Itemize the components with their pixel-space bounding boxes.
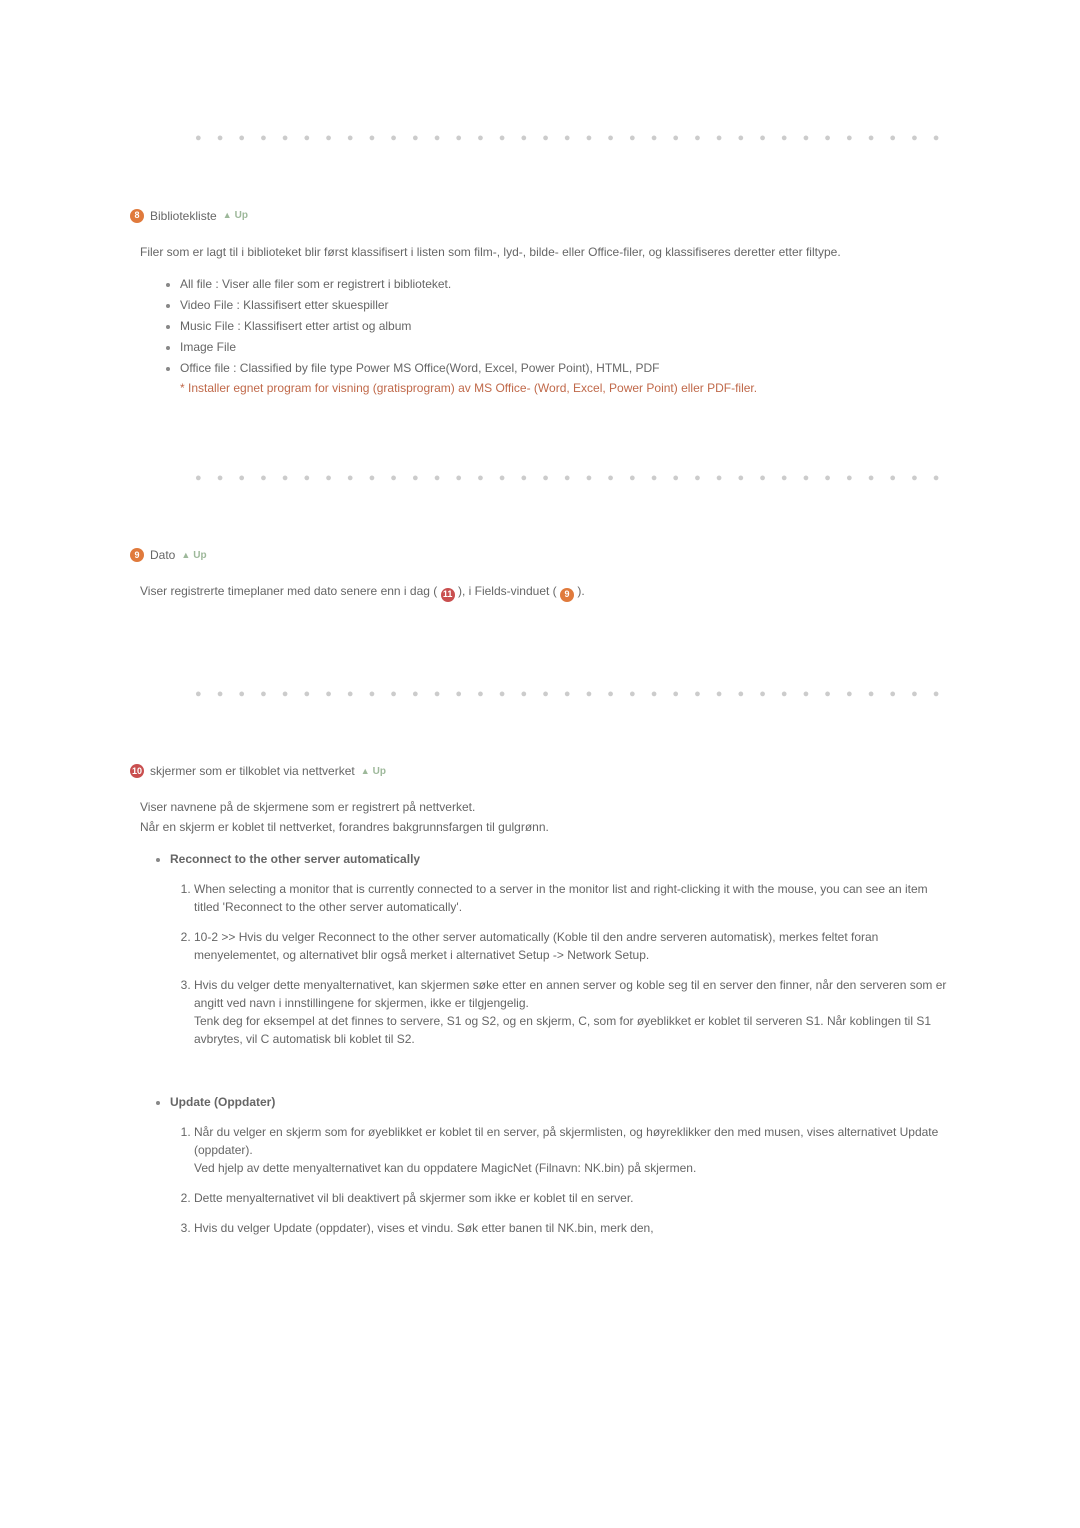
- section-10-p1: Viser navnene på de skjermene som er reg…: [140, 798, 950, 816]
- reconnect-steps: When selecting a monitor that is current…: [194, 880, 950, 1048]
- text-fragment: ).: [577, 584, 584, 598]
- list-item: Music File : Klassifisert etter artist o…: [180, 317, 950, 335]
- section-9-header: 9 Dato ▲Up: [130, 546, 950, 564]
- list-item: Video File : Klassifisert etter skuespil…: [180, 296, 950, 314]
- reconnect-heading: Reconnect to the other server automatica…: [170, 852, 420, 866]
- update-heading: Update (Oppdater): [170, 1095, 275, 1109]
- up-link[interactable]: ▲Up: [361, 764, 386, 779]
- badge-9-icon: 9: [130, 548, 144, 562]
- section-10-sublist-2: Update (Oppdater) Når du velger en skjer…: [170, 1093, 950, 1237]
- section-9-text: Viser registrerte timeplaner med dato se…: [140, 582, 950, 602]
- section-10-header: 10 skjermer som er tilkoblet via nettver…: [130, 762, 950, 780]
- install-note: * Installer egnet program for visning (g…: [180, 379, 950, 397]
- list-item: 10-2 >> Hvis du velger Reconnect to the …: [194, 928, 950, 964]
- section-10-title: skjermer som er tilkoblet via nettverket: [150, 762, 355, 780]
- up-link-label: Up: [373, 764, 386, 779]
- list-item: All file : Viser alle filer som er regis…: [180, 275, 950, 293]
- text-fragment: Når du velger en skjerm som for øyeblikk…: [194, 1125, 938, 1157]
- up-link[interactable]: ▲Up: [181, 548, 206, 563]
- text-fragment: ), i Fields-vinduet (: [458, 584, 557, 598]
- triangle-up-icon: ▲: [181, 551, 190, 560]
- text-fragment: Hvis du velger dette menyalternativet, k…: [194, 978, 946, 1010]
- reconnect-item: Reconnect to the other server automatica…: [170, 850, 950, 1048]
- triangle-up-icon: ▲: [223, 211, 232, 220]
- section-8-intro: Filer som er lagt til i biblioteket blir…: [140, 243, 950, 261]
- list-item: Hvis du velger Update (oppdater), vises …: [194, 1219, 950, 1237]
- section-8-header: 8 Bibliotekliste ▲Up: [130, 207, 950, 225]
- divider-dots: ● ● ● ● ● ● ● ● ● ● ● ● ● ● ● ● ● ● ● ● …: [195, 686, 950, 703]
- badge-8-icon: 8: [130, 209, 144, 223]
- up-link-label: Up: [235, 208, 248, 223]
- update-steps: Når du velger en skjerm som for øyeblikk…: [194, 1123, 950, 1237]
- list-item: Hvis du velger dette menyalternativet, k…: [194, 976, 950, 1048]
- up-link[interactable]: ▲Up: [223, 208, 248, 223]
- badge-11-icon: 11: [441, 588, 455, 602]
- list-item-text: Office file : Classified by file type Po…: [180, 361, 659, 375]
- text-fragment: Viser registrerte timeplaner med dato se…: [140, 584, 437, 598]
- text-fragment: Ved hjelp av dette menyalternativet kan …: [194, 1161, 696, 1175]
- list-item: Office file : Classified by file type Po…: [180, 359, 950, 397]
- divider-dots: ● ● ● ● ● ● ● ● ● ● ● ● ● ● ● ● ● ● ● ● …: [195, 130, 950, 147]
- section-10-p2: Når en skjerm er koblet til nettverket, …: [140, 818, 950, 836]
- section-8-title: Bibliotekliste: [150, 207, 217, 225]
- section-10-sublist: Reconnect to the other server automatica…: [170, 850, 950, 1048]
- list-item: Dette menyalternativet vil bli deaktiver…: [194, 1189, 950, 1207]
- list-item: Når du velger en skjerm som for øyeblikk…: [194, 1123, 950, 1177]
- list-item: Image File: [180, 338, 950, 356]
- badge-9-inline-icon: 9: [560, 588, 574, 602]
- up-link-label: Up: [193, 548, 206, 563]
- triangle-up-icon: ▲: [361, 767, 370, 776]
- section-8-list: All file : Viser alle filer som er regis…: [180, 275, 950, 397]
- text-fragment: Tenk deg for eksempel at det finnes to s…: [194, 1014, 931, 1046]
- section-9-title: Dato: [150, 546, 175, 564]
- divider-dots: ● ● ● ● ● ● ● ● ● ● ● ● ● ● ● ● ● ● ● ● …: [195, 470, 950, 487]
- list-item: When selecting a monitor that is current…: [194, 880, 950, 916]
- update-item: Update (Oppdater) Når du velger en skjer…: [170, 1093, 950, 1237]
- badge-10-icon: 10: [130, 764, 144, 778]
